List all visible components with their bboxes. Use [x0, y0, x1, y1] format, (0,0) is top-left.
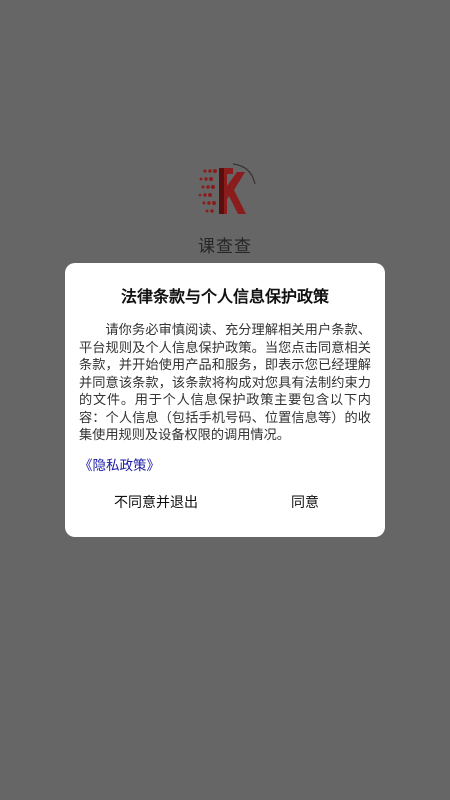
dialog-button-row: 不同意并退出 同意	[65, 488, 385, 518]
privacy-policy-link[interactable]: 《隐私政策》	[79, 454, 160, 474]
dialog-title: 法律条款与个人信息保护政策	[120, 287, 329, 306]
terms-dialog: 法律条款与个人信息保护政策 请你务必审慎阅读、充分理解相关用户条款、平台规则及个…	[65, 263, 385, 537]
app-name: 课查查	[198, 237, 252, 257]
decline-and-exit-button[interactable]: 不同意并退出	[85, 488, 227, 518]
agree-button[interactable]: 同意	[245, 488, 365, 518]
app-logo-icon	[198, 163, 256, 214]
splash-screen: 课查查 法律条款与个人信息保护政策 请你务必审慎阅读、充分理解相关用户条款、平台…	[0, 0, 450, 800]
dialog-body-text: 请你务必审慎阅读、充分理解相关用户条款、平台规则及个人信息保护政策。当您点击同意…	[79, 323, 371, 443]
